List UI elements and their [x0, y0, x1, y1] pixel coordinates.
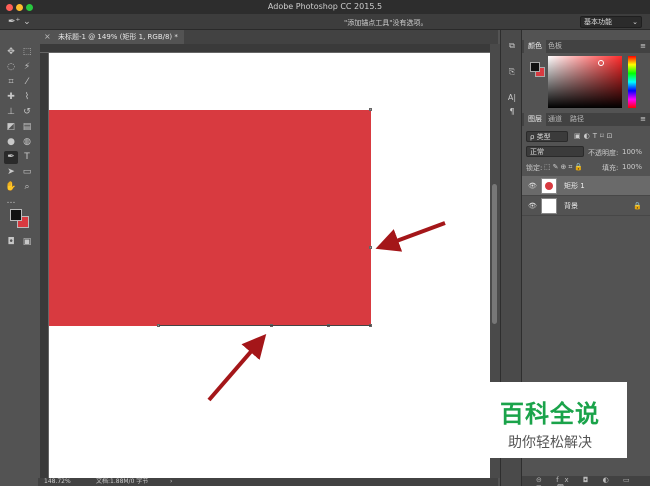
healing-brush-icon[interactable]: ✚ [4, 91, 18, 104]
hue-slider[interactable] [628, 56, 636, 108]
layer-action-icons[interactable]: ⊝ fx ◘ ◐ ▭ ⊞ 🗑 [536, 476, 650, 486]
chevron-right-icon[interactable]: › [170, 478, 172, 486]
clone-stamp-icon[interactable]: ⊥ [4, 106, 18, 119]
horizontal-ruler[interactable] [40, 44, 490, 53]
close-window-button[interactable] [6, 4, 13, 11]
zoom-level[interactable]: 148.72% [44, 478, 71, 486]
layer-row-background[interactable]: 👁 背景 🔒 [522, 196, 650, 216]
zoom-icon[interactable]: ⌕ [20, 181, 34, 194]
blend-mode-label: 正常 [530, 148, 544, 156]
path-select-icon[interactable]: ➤ [4, 166, 18, 179]
layer-row-rectangle[interactable]: 👁 矩形 1 [522, 176, 650, 196]
options-bar: ✒⁺ ⌄ "添加锚点工具"没有选项。 基本功能 ⌄ [0, 14, 650, 30]
tab-layers[interactable]: 图层 [524, 113, 546, 126]
tab-paths[interactable]: 路径 [566, 113, 588, 126]
status-bar: 148.72% 文档:1.88M/0 字节 › [38, 478, 498, 486]
app-title: Adobe Photoshop CC 2015.5 [267, 2, 383, 11]
paragraph-icon[interactable]: ¶ [506, 106, 518, 118]
eraser-icon[interactable]: ◩ [4, 121, 18, 134]
workspace-select[interactable]: 基本功能 ⌄ [580, 16, 642, 28]
layers-panel-tabs: 图层 通道 路径 ≡ [522, 113, 650, 126]
tab-color[interactable]: 颜色 [524, 40, 546, 53]
pen-icon[interactable]: ✒ [4, 151, 18, 164]
layers-panel-footer: ⊝ fx ◘ ◐ ▭ ⊞ 🗑 [522, 476, 650, 486]
arrow-to-right-anchor [375, 221, 446, 252]
color-picker-cursor[interactable] [598, 60, 604, 66]
layer-thumbnail [541, 178, 557, 194]
watermark-logo: 百科全说 助你轻松解决 [473, 382, 627, 458]
color-panel-tabs: 颜色 色板 ≡ [522, 40, 650, 53]
color-picker-field[interactable] [548, 56, 622, 108]
watermark-title: 百科全说 [500, 400, 600, 428]
history-icon[interactable]: ⧉ [506, 40, 518, 52]
dodge-icon[interactable]: ◍ [20, 136, 34, 149]
character-icon[interactable]: A| [506, 92, 518, 104]
workspace-label: 基本功能 [584, 18, 612, 26]
history-brush-icon[interactable]: ↺ [20, 106, 34, 119]
chevron-down-icon: ⌄ [632, 18, 638, 26]
watermark-subtitle: 助你轻松解决 [508, 435, 592, 451]
blur-icon[interactable]: ● [4, 136, 18, 149]
layer-thumbnail [541, 198, 557, 214]
add-anchor-point-icon: ✒⁺ ⌄ [8, 17, 31, 27]
fill-value[interactable]: 100% [622, 163, 642, 171]
magic-wand-icon[interactable]: ⚡ [20, 61, 34, 74]
move-icon[interactable]: ✥ [4, 46, 18, 59]
panel-menu-icon[interactable]: ≡ [640, 113, 646, 126]
gradient-icon[interactable]: ▤ [20, 121, 34, 134]
tab-swatches[interactable]: 色板 [544, 40, 566, 53]
layer-name[interactable]: 背景 [564, 196, 578, 216]
marquee-icon[interactable]: ⬚ [20, 46, 34, 59]
type-icon[interactable]: T [20, 151, 34, 164]
annotation-arrows [207, 221, 446, 402]
tools-panel: ✥ ⬚ ◌ ⚡ ⌗ ⁄ ✚ ⌇ ⊥ ↺ ◩ ▤ ● ◍ ✒ T ➤ ▭ ✋ ⌕ … [0, 44, 38, 254]
tab-channels[interactable]: 通道 [544, 113, 566, 126]
crop-icon[interactable]: ⌗ [4, 76, 18, 89]
layer-kind-filter[interactable]: ρ 类型 [526, 131, 568, 142]
eyedropper-icon[interactable]: ⁄ [20, 76, 34, 89]
close-icon[interactable]: × [44, 30, 51, 44]
document-canvas[interactable] [49, 53, 490, 478]
hand-icon[interactable]: ✋ [4, 181, 18, 194]
photoshop-window: Adobe Photoshop CC 2015.5 ✒⁺ ⌄ "添加锚点工具"没… [0, 0, 650, 486]
panel-menu-icon[interactable]: ≡ [640, 40, 646, 53]
foreground-color-swatch[interactable] [10, 209, 22, 221]
minimize-window-button[interactable] [16, 4, 23, 11]
options-hint: "添加锚点工具"没有选项。 [344, 19, 428, 27]
lasso-icon[interactable]: ◌ [4, 61, 18, 74]
properties-icon[interactable]: ⎘ [506, 66, 518, 78]
title-bar: Adobe Photoshop CC 2015.5 [0, 0, 650, 14]
shape-thumbnail-icon [545, 182, 553, 190]
layer-name[interactable]: 矩形 1 [564, 176, 585, 196]
eye-icon[interactable]: 👁 [528, 196, 537, 216]
tool-preset-picker[interactable]: ✒⁺ ⌄ [8, 16, 32, 28]
screen-mode-icon[interactable]: ▣ [20, 236, 34, 249]
document-info: 文档:1.88M/0 字节 [96, 478, 149, 485]
opacity-label: 不透明度: [588, 149, 619, 157]
document-tab[interactable]: × 未标题-1 @ 149% (矩形 1, RGB/8) * [38, 30, 184, 44]
brush-icon[interactable]: ⌇ [20, 91, 34, 104]
rectangle-icon[interactable]: ▭ [20, 166, 34, 179]
scrollbar-thumb[interactable] [492, 184, 497, 324]
blend-mode-select[interactable]: 正常 [526, 146, 584, 157]
lock-icon[interactable]: 🔒 [633, 196, 642, 216]
vertical-ruler[interactable] [40, 53, 49, 478]
eye-icon[interactable]: 👁 [528, 176, 537, 196]
lock-label: 锁定: [526, 164, 543, 172]
opacity-value[interactable]: 100% [622, 148, 642, 156]
document-tab-label: 未标题-1 @ 149% (矩形 1, RGB/8) * [58, 33, 178, 41]
zoom-window-button[interactable] [26, 4, 33, 11]
color-panel-foreground[interactable] [530, 62, 540, 72]
fill-label: 填充: [602, 164, 619, 172]
arrow-to-bottom-anchor [207, 333, 267, 402]
document-tab-bar: × 未标题-1 @ 149% (矩形 1, RGB/8) * [38, 30, 498, 44]
lock-icons[interactable]: ⬚✎⊕⌗🔒 [544, 163, 585, 172]
layer-filter-icons[interactable]: ▣◐T⌑⊡ [574, 132, 615, 140]
kind-filter-label: ρ 类型 [530, 133, 551, 141]
quick-mask-icon[interactable]: ◘ [4, 236, 18, 249]
more-tools-icon[interactable]: … [4, 195, 18, 208]
